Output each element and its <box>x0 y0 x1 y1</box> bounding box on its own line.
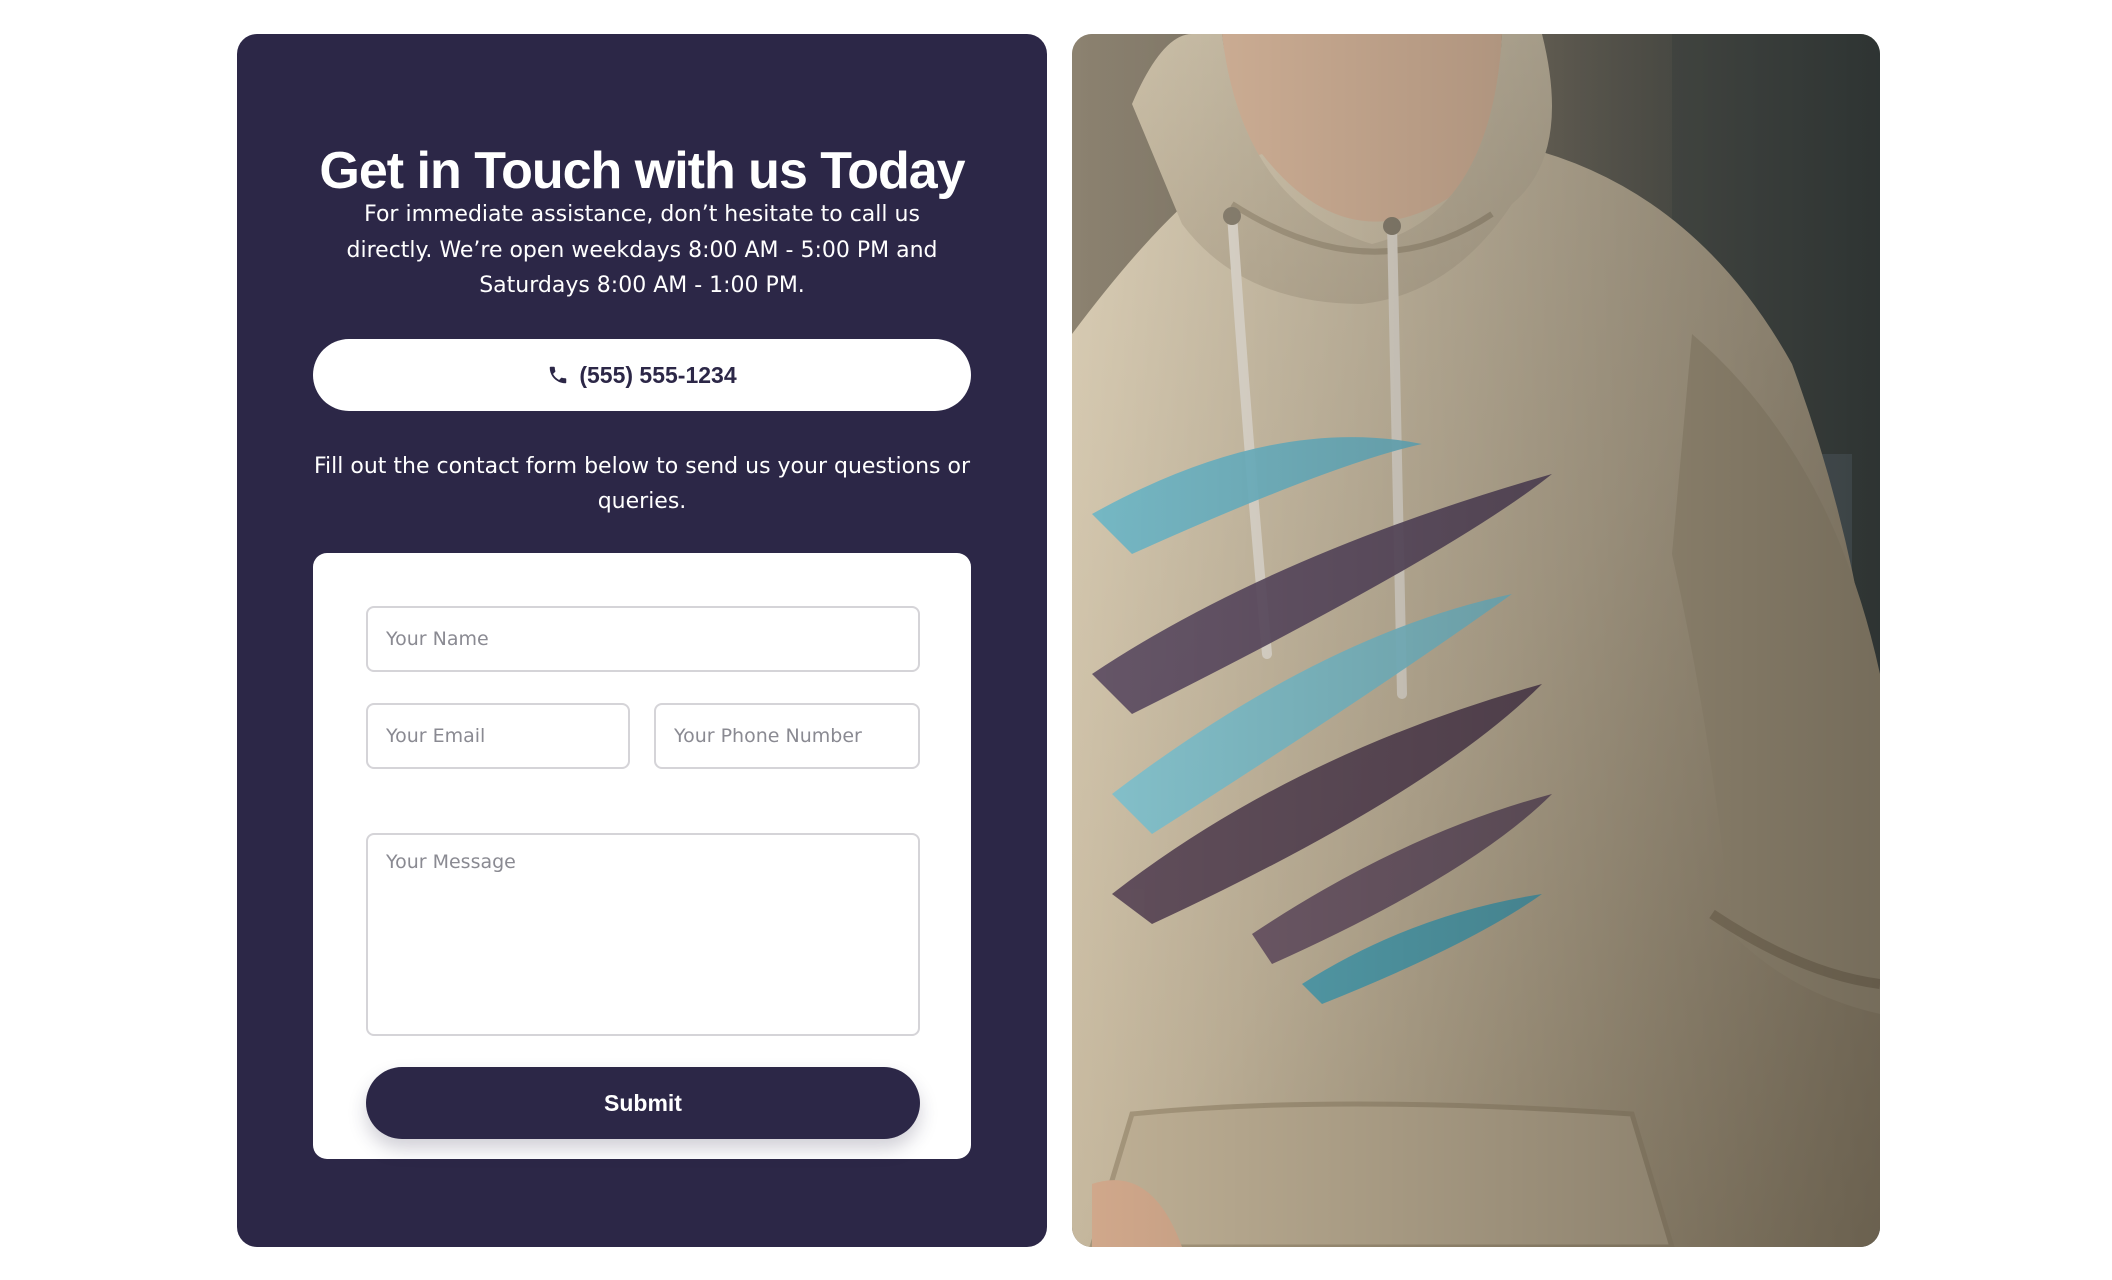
email-input[interactable] <box>366 703 630 769</box>
call-phone-button[interactable]: (555) 555-1234 <box>313 339 971 411</box>
hoodie-photo <box>1072 34 1880 1247</box>
message-textarea[interactable] <box>366 833 920 1036</box>
phone-number-label: (555) 555-1234 <box>579 361 737 388</box>
phone-icon <box>547 364 569 386</box>
contact-intro-text: For immediate assistance, don’t hesitate… <box>346 202 938 298</box>
submit-button[interactable]: Submit <box>366 1067 920 1139</box>
name-input[interactable] <box>366 606 920 672</box>
contact-form: Submit <box>313 553 971 1159</box>
contact-section: Get in Touch with us Today For immediate… <box>237 34 1047 1247</box>
phone-number-input[interactable] <box>654 703 920 769</box>
form-intro-text: Fill out the contact form below to send … <box>313 454 970 514</box>
